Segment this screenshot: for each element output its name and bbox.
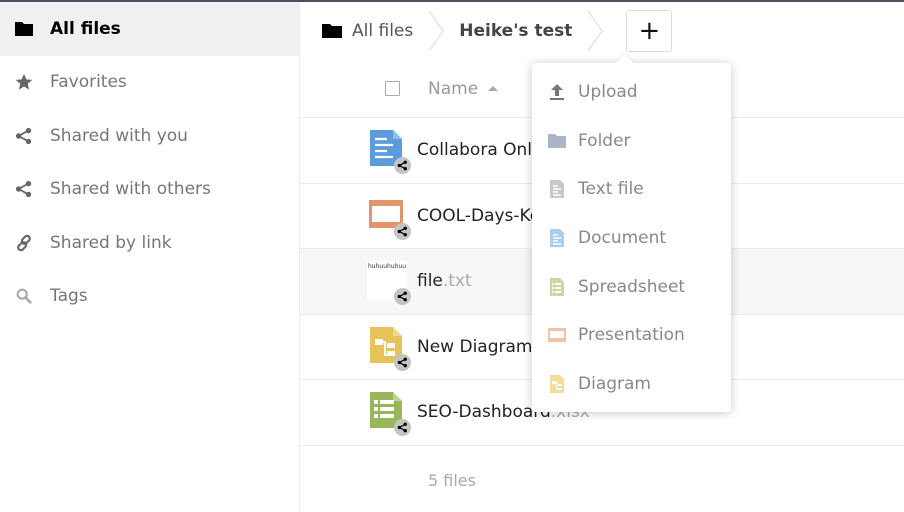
diagram-icon (548, 374, 566, 393)
share-icon (14, 179, 34, 199)
column-header-name: Name (428, 78, 479, 99)
sidebar-item-label: Shared with you (50, 125, 188, 146)
folder-icon (322, 23, 342, 39)
menu-item-diagram[interactable]: Diagram (532, 360, 731, 409)
new-button[interactable]: + (626, 10, 673, 52)
sort-ascending-icon (488, 86, 499, 91)
file-name[interactable]: file.txt (417, 271, 472, 291)
sidebar-item-tags[interactable]: Tags (0, 270, 299, 324)
file-name[interactable]: COOL-Days-Ke (417, 206, 540, 226)
menu-item-label: Document (578, 228, 667, 249)
star-icon (14, 72, 34, 92)
spreadsheet-icon (548, 277, 566, 296)
new-file-menu: Upload Folder Text file Document Spreads… (532, 63, 731, 412)
breadcrumb-label: All files (352, 21, 414, 41)
sidebar-item-favorites[interactable]: Favorites (0, 56, 299, 110)
menu-item-presentation[interactable]: Presentation (532, 311, 731, 360)
sidebar-item-label: All files (50, 18, 121, 39)
sidebar-item-shared-with-you[interactable]: Shared with you (0, 109, 299, 163)
sidebar-item-all-files[interactable]: All files (0, 2, 299, 56)
sort-by-name[interactable]: Name (428, 78, 499, 99)
shared-icon[interactable] (394, 157, 411, 175)
shared-icon[interactable] (394, 353, 411, 371)
menu-item-label: Presentation (578, 325, 685, 346)
shared-icon[interactable] (394, 419, 411, 437)
menu-item-folder[interactable]: Folder (532, 117, 731, 166)
breadcrumb-current-folder[interactable]: Heike's test (459, 21, 572, 41)
share-icon (14, 126, 34, 146)
link-icon (14, 233, 34, 253)
sidebar-item-label: Favorites (50, 72, 127, 93)
text-file-thumbnail: huhuuhuhuu (367, 261, 411, 306)
folder-icon (14, 19, 34, 39)
menu-item-document[interactable]: Document (532, 214, 731, 263)
sidebar-item-label: Shared by link (50, 232, 172, 253)
menu-item-label: Diagram (578, 373, 651, 394)
document-icon (548, 229, 566, 248)
sidebar-item-label: Shared with others (50, 179, 211, 200)
file-name[interactable]: Collabora Onlin (417, 140, 548, 160)
search-icon (14, 286, 34, 306)
menu-item-text-file[interactable]: Text file (532, 165, 731, 214)
sidebar-item-label: Tags (50, 286, 88, 307)
menu-item-spreadsheet[interactable]: Spreadsheet (532, 262, 731, 311)
presentation-icon (548, 326, 566, 344)
sidebar: All files Favorites Shared with you Shar… (0, 2, 300, 512)
presentation-icon (367, 196, 411, 240)
sidebar-item-shared-with-others[interactable]: Shared with others (0, 163, 299, 217)
text-file-icon (548, 180, 566, 199)
breadcrumb-label: Heike's test (459, 21, 573, 41)
menu-item-label: Upload (578, 82, 638, 103)
plus-icon: + (638, 16, 661, 46)
folder-icon (548, 132, 566, 150)
spreadsheet-icon (367, 392, 411, 437)
select-all-checkbox[interactable] (385, 81, 400, 96)
breadcrumb-separator-icon (423, 11, 449, 51)
breadcrumb-all-files[interactable]: All files (322, 21, 413, 41)
menu-item-label: Spreadsheet (578, 276, 686, 297)
menu-item-label: Text file (578, 179, 644, 200)
menu-item-upload[interactable]: Upload (532, 68, 731, 117)
document-icon (367, 130, 411, 175)
shared-icon[interactable] (394, 222, 411, 240)
breadcrumb-separator-icon (582, 11, 608, 51)
file-name[interactable]: New Diagram.c (417, 337, 547, 357)
sidebar-item-shared-by-link[interactable]: Shared by link (0, 216, 299, 270)
diagram-icon (367, 326, 411, 371)
menu-item-label: Folder (578, 130, 631, 151)
file-count-summary: 5 files (428, 471, 476, 490)
upload-icon (548, 83, 566, 101)
breadcrumb: All files Heike's test + (300, 2, 904, 60)
shared-icon[interactable] (394, 288, 411, 306)
